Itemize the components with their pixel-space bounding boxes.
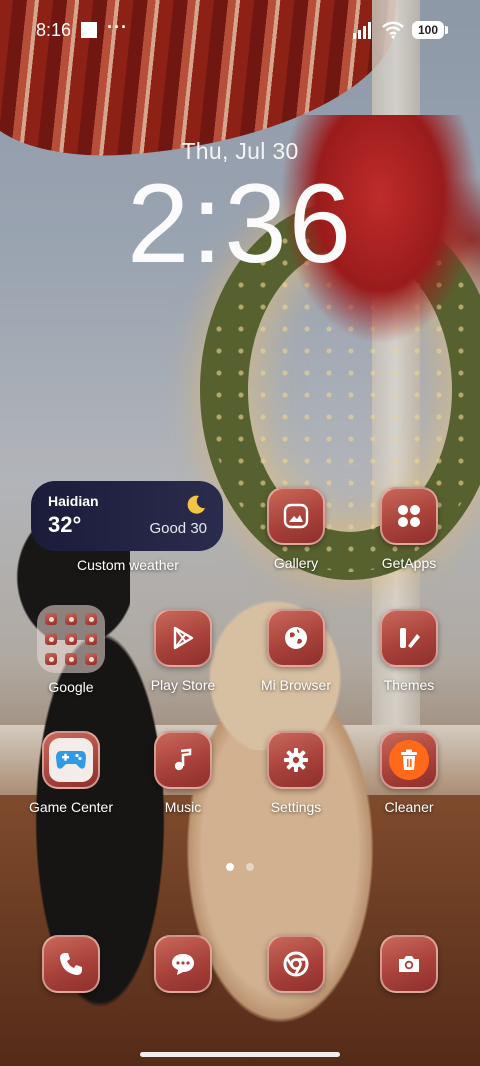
page-dot: [246, 863, 254, 871]
game-center-tile[interactable]: [42, 731, 100, 789]
phone-icon: [60, 953, 82, 975]
play-triangle-icon: [173, 626, 194, 650]
app-label: Play Store: [150, 677, 216, 693]
cleaner-tile[interactable]: [380, 731, 438, 789]
folder-mini-app-icon: [65, 613, 77, 625]
chrome-tile[interactable]: [267, 935, 325, 993]
camera-icon: [399, 956, 419, 972]
app-label: GetApps: [381, 555, 437, 571]
weather-city: Haidian: [48, 493, 99, 509]
app-folder-google[interactable]: Google: [16, 605, 126, 695]
mi-browser-tile[interactable]: [267, 609, 325, 667]
messages-tile[interactable]: [154, 935, 212, 993]
clock-time[interactable]: 2:36: [0, 168, 480, 280]
app-label: Settings: [270, 799, 322, 815]
battery-indicator: 100: [412, 21, 448, 39]
page-dot-active: [226, 863, 234, 871]
folder-mini-app-icon: [85, 633, 97, 645]
folder-mini-app-icon: [45, 613, 57, 625]
image-icon: [283, 503, 309, 529]
app-themes[interactable]: Themes: [354, 609, 464, 693]
app-label: Cleaner: [384, 799, 434, 815]
app-label: Mi Browser: [260, 677, 331, 693]
phone-tile[interactable]: [42, 935, 100, 993]
folder-mini-app-icon: [65, 633, 77, 645]
app-music[interactable]: Music: [128, 731, 238, 815]
wifi-icon: [382, 21, 404, 39]
app-settings[interactable]: Settings: [241, 731, 351, 815]
app-label: Game Center: [28, 799, 114, 815]
app-play-store[interactable]: Play Store: [128, 609, 238, 693]
dock-chrome[interactable]: [241, 935, 351, 993]
home-gesture-bar[interactable]: [140, 1052, 340, 1057]
music-note-icon: [174, 748, 192, 771]
app-mi-browser[interactable]: Mi Browser: [241, 609, 351, 693]
dock-messages[interactable]: [128, 935, 238, 993]
page-indicator: [0, 863, 480, 871]
weather-air-quality: Good 30: [149, 520, 207, 537]
status-time: 8:16: [36, 19, 72, 40]
folder-icon[interactable]: [37, 605, 105, 673]
folder-mini-app-icon: [85, 653, 97, 665]
folder-mini-app-icon: [45, 653, 57, 665]
weather-widget-label: Custom weather: [77, 557, 179, 573]
chrome-icon: [283, 951, 309, 977]
app-game-center[interactable]: Game Center: [16, 731, 126, 815]
signal-icon: [353, 22, 371, 39]
dock-camera[interactable]: [354, 935, 464, 993]
app-getapps[interactable]: GetApps: [354, 487, 464, 571]
themes-tile[interactable]: [380, 609, 438, 667]
dock-phone[interactable]: [16, 935, 126, 993]
app-gallery[interactable]: Gallery: [241, 487, 351, 571]
themes-icon: [400, 628, 420, 648]
settings-tile[interactable]: [267, 731, 325, 789]
four-dots-icon: [398, 505, 420, 527]
folder-mini-app-icon: [45, 633, 57, 645]
gamepad-icon: [56, 751, 86, 769]
globe-icon: [285, 627, 307, 649]
more-notifications-indicator: ···: [107, 16, 129, 37]
folder-mini-app-icon: [85, 613, 97, 625]
app-label: Gallery: [273, 555, 319, 571]
music-tile[interactable]: [154, 731, 212, 789]
gear-icon: [284, 748, 308, 772]
camera-tile[interactable]: [380, 935, 438, 993]
getapps-tile[interactable]: [380, 487, 438, 545]
app-label: Google: [48, 679, 94, 695]
notification-square-icon: [81, 22, 98, 38]
weather-widget[interactable]: Haidian 32° Good 30: [31, 481, 223, 551]
crescent-moon-icon: [187, 495, 205, 514]
folder-mini-app-icon: [65, 653, 77, 665]
message-bubble-icon: [172, 954, 194, 975]
app-label: Themes: [383, 677, 435, 693]
play-store-tile[interactable]: [154, 609, 212, 667]
gallery-tile[interactable]: [267, 487, 325, 545]
trash-icon: [401, 749, 417, 770]
app-label: Music: [164, 799, 202, 815]
app-cleaner[interactable]: Cleaner: [354, 731, 464, 815]
status-bar: 8:16 ··· 100: [0, 0, 480, 60]
